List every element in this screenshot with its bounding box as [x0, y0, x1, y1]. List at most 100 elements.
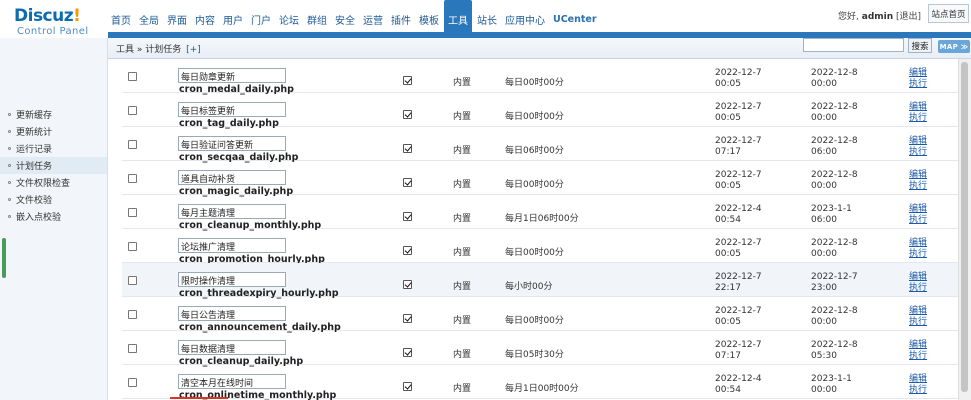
row-select-checkbox[interactable] [128, 242, 137, 251]
next-run-time: 06:00 [811, 215, 837, 225]
sidebar-item-2[interactable]: 运行记录 [0, 140, 107, 157]
edit-link[interactable]: 编辑 [909, 136, 927, 147]
row-select-checkbox[interactable] [128, 378, 137, 387]
last-run-time: 00:05 [715, 181, 741, 191]
task-name-input[interactable]: 论坛推广清理 [178, 238, 286, 253]
edit-link[interactable]: 编辑 [909, 306, 927, 317]
breadcrumb: 工具 » 计划任务 [+] [116, 42, 201, 55]
table-row: 论坛推广清理 cron_promotion_hourly.php 内置 每日00时00… [122, 229, 958, 265]
sidebar-item-5[interactable]: 文件校验 [0, 191, 107, 208]
next-run-date: 2022-12-8 [811, 136, 858, 146]
edit-link[interactable]: 编辑 [909, 272, 927, 283]
run-link[interactable]: 执行 [909, 181, 927, 192]
task-name-input[interactable]: 清空本月在线时间 [178, 374, 286, 389]
next-run-date: 2022-12-8 [811, 68, 858, 78]
run-link[interactable]: 执行 [909, 147, 927, 158]
edit-link[interactable]: 编辑 [909, 102, 927, 113]
last-run: 2022-12-4 00:54 [715, 204, 762, 226]
map-button[interactable]: MAP ≫ [938, 40, 970, 53]
row-select-checkbox[interactable] [128, 106, 137, 115]
run-link[interactable]: 执行 [909, 113, 927, 124]
task-actions: 编辑 执行 [909, 306, 927, 328]
row-select-checkbox[interactable] [128, 344, 137, 353]
edit-link[interactable]: 编辑 [909, 340, 927, 351]
sidebar-scroll-handle[interactable] [2, 238, 6, 278]
task-type: 内置 [453, 78, 472, 88]
sidebar-item-label: 文件权限检查 [16, 179, 71, 189]
task-name-input[interactable]: 每日勋章更新 [178, 68, 286, 83]
task-available-checkbox[interactable] [403, 144, 412, 153]
run-link[interactable]: 执行 [909, 249, 927, 260]
row-select-checkbox[interactable] [128, 276, 137, 285]
run-link[interactable]: 执行 [909, 79, 927, 90]
user-info: 您好, admin [退出] [838, 9, 921, 22]
search-input[interactable] [803, 38, 904, 52]
discuz-logo[interactable]: Discuz! Control Panel [14, 6, 89, 37]
run-link[interactable]: 执行 [909, 215, 927, 226]
add-shortcut-button[interactable]: [+] [186, 45, 201, 55]
next-run-time: 23:00 [811, 283, 837, 293]
last-run: 2022-12-7 00:05 [715, 170, 762, 192]
last-run-time: 00:05 [715, 317, 741, 327]
task-available-checkbox[interactable] [403, 280, 412, 289]
task-available-checkbox[interactable] [403, 246, 412, 255]
next-run: 2022-12-8 00:00 [811, 170, 858, 192]
search-button[interactable]: 搜索 [908, 38, 932, 53]
edit-link[interactable]: 编辑 [909, 170, 927, 181]
sidebar-item-1[interactable]: 更新统计 [0, 123, 107, 140]
table-row: 清空本月在线时间 cron_onlinetime_monthly.php 内置 每月1… [122, 365, 958, 400]
task-type: 内置 [453, 214, 472, 224]
row-select-checkbox[interactable] [128, 140, 137, 149]
run-link[interactable]: 执行 [909, 351, 927, 362]
row-select-checkbox[interactable] [128, 310, 137, 319]
run-link[interactable]: 执行 [909, 283, 927, 294]
row-select-checkbox[interactable] [128, 208, 137, 217]
logout-link[interactable]: [退出] [896, 12, 921, 22]
next-run-time: 00:00 [811, 385, 837, 395]
task-available-checkbox[interactable] [403, 110, 412, 119]
run-link[interactable]: 执行 [909, 317, 927, 328]
task-actions: 编辑 执行 [909, 340, 927, 362]
task-actions: 编辑 执行 [909, 136, 927, 158]
edit-link[interactable]: 编辑 [909, 374, 927, 385]
edit-link[interactable]: 编辑 [909, 68, 927, 79]
task-name-input[interactable]: 每日公告清理 [178, 306, 286, 321]
logo-title: Discuz! [14, 6, 81, 26]
task-name-input[interactable]: 每月主题清理 [178, 204, 286, 219]
last-run-date: 2022-12-7 [715, 136, 762, 146]
task-available-checkbox[interactable] [403, 314, 412, 323]
last-run: 2022-12-7 07:17 [715, 340, 762, 362]
last-run-time: 00:54 [715, 215, 741, 225]
sidebar-item-4[interactable]: 文件权限检查 [0, 174, 107, 191]
site-home-button[interactable]: 站点首页 [928, 4, 969, 23]
task-name-input[interactable]: 每日数据清理 [178, 340, 286, 355]
last-run: 2022-12-7 00:05 [715, 102, 762, 124]
task-name-input[interactable]: 每日标签更新 [178, 102, 286, 117]
task-available-checkbox[interactable] [403, 212, 412, 221]
row-select-checkbox[interactable] [128, 72, 137, 81]
last-run-time: 00:54 [715, 385, 741, 395]
task-available-checkbox[interactable] [403, 76, 412, 85]
task-name-input[interactable]: 限时操作清理 [178, 272, 286, 287]
last-run-date: 2022-12-4 [715, 204, 762, 214]
sidebar-item-label: 文件校验 [16, 196, 53, 206]
edit-link[interactable]: 编辑 [909, 204, 927, 215]
task-available-checkbox[interactable] [403, 382, 412, 391]
sidebar-item-0[interactable]: 更新缓存 [0, 106, 107, 123]
task-name-input[interactable]: 每日验证问答更新 [178, 136, 286, 151]
task-available-checkbox[interactable] [403, 178, 412, 187]
row-select-checkbox[interactable] [128, 174, 137, 183]
sidebar-item-6[interactable]: 嵌入点校验 [0, 208, 107, 225]
task-name-input[interactable]: 道具自动补货 [178, 170, 286, 185]
sidebar-item-3[interactable]: 计划任务 [0, 157, 107, 174]
task-actions: 编辑 执行 [909, 170, 927, 192]
table-row: 每月主题清理 cron_cleanup_monthly.php 内置 每月1日06时0… [122, 195, 958, 231]
last-run-time: 00:05 [715, 79, 741, 89]
task-actions: 编辑 执行 [909, 238, 927, 260]
task-type: 内置 [453, 180, 472, 190]
edit-link[interactable]: 编辑 [909, 238, 927, 249]
breadcrumb-path: 工具 » 计划任务 [116, 45, 182, 55]
scrollbar-thumb[interactable] [961, 62, 968, 392]
run-link[interactable]: 执行 [909, 385, 927, 396]
task-available-checkbox[interactable] [403, 348, 412, 357]
